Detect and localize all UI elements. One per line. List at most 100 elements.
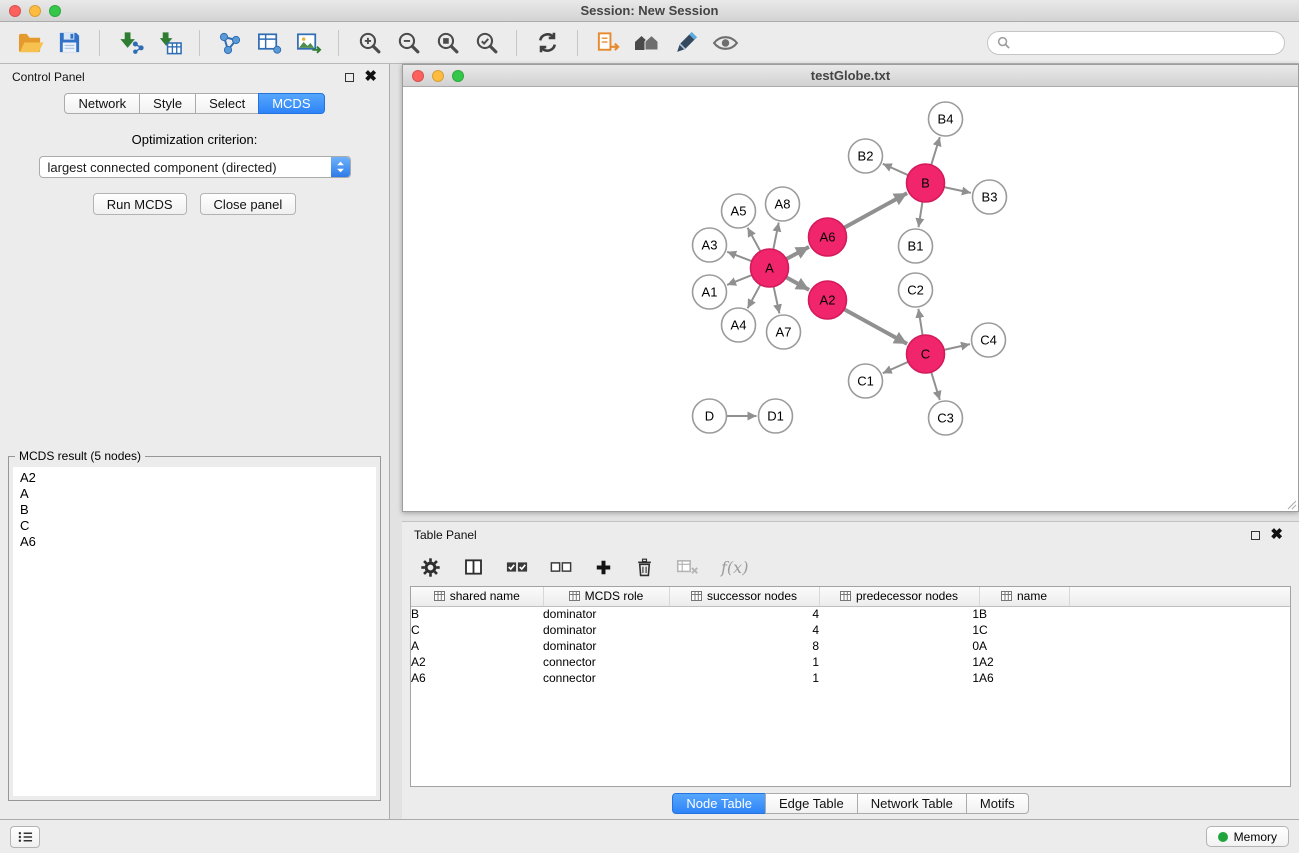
- table-row[interactable]: Adominator80A: [411, 638, 1290, 654]
- graph-edge-B-B1[interactable]: [919, 202, 923, 227]
- column-attribute-icon: [1001, 591, 1012, 601]
- graph-edge-B-B2[interactable]: [883, 164, 908, 175]
- network-canvas[interactable]: B4B2BB3A5A8A6B1A3AC2A1A2A4A7C4CC1C3DD1: [403, 87, 1298, 511]
- graph-node-label-A3: A3: [702, 238, 718, 253]
- import-network-button[interactable]: [114, 27, 146, 59]
- graph-edge-C-C3[interactable]: [931, 372, 940, 400]
- memory-button[interactable]: Memory: [1206, 826, 1289, 847]
- add-column-button[interactable]: [594, 558, 613, 577]
- criterion-select[interactable]: largest connected component (directed): [39, 156, 351, 178]
- mcds-result-item[interactable]: C: [20, 518, 369, 534]
- graph-edge-A-A2[interactable]: [786, 277, 809, 290]
- graph-edge-A-A4[interactable]: [748, 285, 761, 309]
- graph-edge-C-C4[interactable]: [944, 344, 970, 350]
- graph-edge-A2-C[interactable]: [844, 309, 907, 344]
- table-row[interactable]: Bdominator41B: [411, 606, 1290, 622]
- float-panel-icon[interactable]: [345, 73, 354, 82]
- close-table-panel-icon[interactable]: ✖: [1270, 530, 1283, 540]
- zoom-in-button[interactable]: [353, 27, 385, 59]
- mcds-result-item[interactable]: A: [20, 486, 369, 502]
- apply-layout-button[interactable]: [531, 27, 563, 59]
- run-mcds-button[interactable]: Run MCDS: [93, 193, 187, 215]
- network-close-button[interactable]: [412, 70, 424, 82]
- column-header-name[interactable]: name: [979, 587, 1069, 606]
- resize-handle[interactable]: [1285, 498, 1297, 510]
- mcds-result-item[interactable]: B: [20, 502, 369, 518]
- import-table-button[interactable]: [153, 27, 185, 59]
- graph-edge-C-C2[interactable]: [918, 309, 922, 335]
- graph-node-label-D: D: [705, 409, 714, 424]
- control-tab-style[interactable]: Style: [139, 93, 196, 114]
- table-row[interactable]: A6connector11A6: [411, 670, 1290, 686]
- zoom-fit-icon: [435, 30, 460, 55]
- column-header-MCDS-role[interactable]: MCDS role: [543, 587, 669, 606]
- graph-edge-C-C1[interactable]: [883, 362, 908, 373]
- open-file-button[interactable]: [14, 27, 46, 59]
- graph-edge-A-A3[interactable]: [727, 252, 752, 261]
- network-minimize-button[interactable]: [432, 70, 444, 82]
- search-field[interactable]: [987, 31, 1285, 55]
- function-builder-button[interactable]: f(x): [721, 558, 748, 577]
- column-header-predecessor-nodes[interactable]: predecessor nodes: [819, 587, 979, 606]
- import-table-icon: [156, 30, 183, 56]
- pen-icon: [674, 30, 699, 55]
- graph-edge-A-A1[interactable]: [727, 275, 752, 285]
- first-neighbors-button[interactable]: [592, 27, 624, 59]
- control-tab-select[interactable]: Select: [195, 93, 259, 114]
- minimize-window-button[interactable]: [29, 5, 41, 17]
- home-button[interactable]: [631, 27, 663, 59]
- graph-node-label-A6: A6: [820, 230, 836, 245]
- show-panels-button[interactable]: [10, 826, 40, 848]
- control-tab-network[interactable]: Network: [64, 93, 140, 114]
- zoom-fit-button[interactable]: [431, 27, 463, 59]
- graph-node-label-C2: C2: [907, 283, 924, 298]
- select-all-button[interactable]: [506, 560, 528, 574]
- network-window-titlebar: testGlobe.txt: [403, 65, 1298, 87]
- table-row[interactable]: A2connector11A2: [411, 654, 1290, 670]
- table-tab-motifs[interactable]: Motifs: [966, 793, 1029, 814]
- table-tab-edge-table[interactable]: Edge Table: [765, 793, 858, 814]
- graph-edge-B-B3[interactable]: [944, 187, 971, 193]
- network-zoom-button[interactable]: [452, 70, 464, 82]
- graph-edge-A-A7[interactable]: [774, 287, 780, 314]
- new-network-button[interactable]: [214, 27, 246, 59]
- mcds-result-item[interactable]: A2: [20, 470, 369, 486]
- graph-edge-A-A6[interactable]: [786, 247, 809, 259]
- float-table-panel-icon[interactable]: [1251, 531, 1260, 540]
- search-input[interactable]: [1016, 36, 1275, 50]
- close-panel-icon[interactable]: ✖: [364, 72, 377, 82]
- graph-edge-A-A5[interactable]: [748, 228, 761, 252]
- delete-table-button[interactable]: [676, 558, 699, 576]
- delete-column-button[interactable]: [635, 557, 654, 578]
- table-settings-button[interactable]: [420, 557, 441, 578]
- column-header-successor-nodes[interactable]: successor nodes: [669, 587, 819, 606]
- control-panel: Control Panel ✖ NetworkStyleSelectMCDS O…: [0, 64, 390, 819]
- zoom-out-button[interactable]: [392, 27, 424, 59]
- close-panel-button[interactable]: Close panel: [200, 193, 297, 215]
- toolbar-separator: [338, 30, 339, 56]
- close-window-button[interactable]: [9, 5, 21, 17]
- show-hide-graphics-button[interactable]: [709, 27, 741, 59]
- control-tab-mcds[interactable]: MCDS: [258, 93, 324, 114]
- new-network-table-button[interactable]: [253, 27, 285, 59]
- table-tabs-bar: Node TableEdge TableNetwork TableMotifs: [402, 787, 1299, 819]
- table-row[interactable]: Cdominator41C: [411, 622, 1290, 638]
- graph-edge-A-A8[interactable]: [773, 223, 778, 250]
- export-image-button[interactable]: [292, 27, 324, 59]
- column-header-shared-name[interactable]: shared name: [411, 587, 543, 606]
- graph-edge-A6-B[interactable]: [844, 193, 907, 228]
- annotation-pen-button[interactable]: [670, 27, 702, 59]
- show-columns-button[interactable]: [463, 557, 484, 577]
- table-cell: 1: [819, 670, 979, 686]
- plus-icon: [594, 558, 613, 577]
- table-tab-network-table[interactable]: Network Table: [857, 793, 967, 814]
- table-tab-node-table[interactable]: Node Table: [672, 793, 766, 814]
- deselect-all-button[interactable]: [550, 560, 572, 574]
- graph-edge-B-B4[interactable]: [931, 137, 940, 165]
- zoom-window-button[interactable]: [49, 5, 61, 17]
- mcds-result-item[interactable]: A6: [20, 534, 369, 550]
- zoom-selected-button[interactable]: [470, 27, 502, 59]
- table-cell: 1: [669, 670, 819, 686]
- table-cell: A: [411, 638, 543, 654]
- save-session-button[interactable]: [53, 27, 85, 59]
